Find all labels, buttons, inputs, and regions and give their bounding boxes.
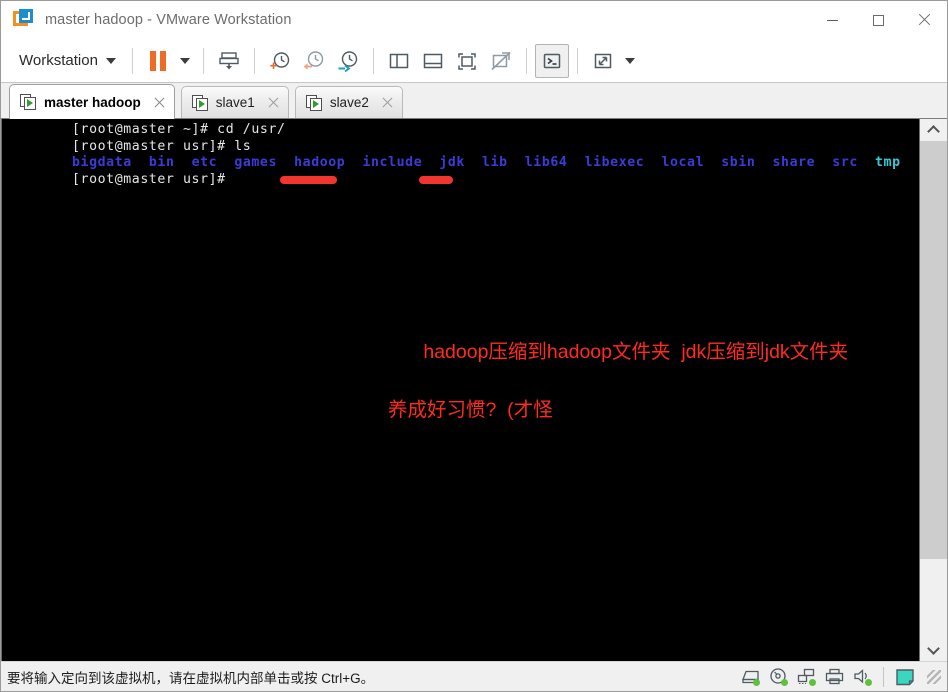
snapshot-manager-button[interactable]	[331, 44, 365, 78]
panel-bottom-icon	[423, 53, 443, 68]
tab-label: slave2	[329, 95, 369, 110]
terminal-prompt-icon	[543, 53, 561, 68]
toolbar-separator	[576, 47, 578, 74]
unity-crossed-icon	[491, 51, 511, 70]
window-controls	[809, 1, 947, 39]
scrollbar-thumb[interactable]	[920, 141, 947, 560]
connected-indicator	[781, 679, 788, 686]
close-icon[interactable]	[152, 95, 167, 110]
revert-snapshot-button[interactable]	[297, 44, 331, 78]
status-message: 要将输入定向到该虚拟机，请在虚拟机内部单击或按 Ctrl+G。	[7, 670, 375, 686]
vertical-scrollbar[interactable]	[919, 119, 947, 661]
tab-label: master hadoop	[44, 94, 141, 110]
toolbar-separator	[525, 47, 527, 74]
scrollbar-track[interactable]	[920, 141, 947, 639]
stretch-dropdown-button[interactable]	[620, 44, 640, 78]
annotation-line-2: 养成好习惯? (才怪	[388, 399, 553, 421]
vm-play-icon	[191, 94, 209, 111]
panel-left-icon	[389, 53, 409, 68]
vmware-logo-icon	[13, 9, 35, 31]
vm-play-icon	[305, 94, 323, 111]
display-screen-icon[interactable]	[894, 667, 916, 687]
workstation-menu-label: Workstation	[19, 52, 98, 69]
network-icon[interactable]	[796, 667, 817, 686]
sound-card-icon[interactable]	[852, 667, 873, 686]
toolbar-separator	[372, 47, 374, 74]
suspend-button[interactable]	[141, 44, 175, 78]
suspend-dropdown-button[interactable]	[175, 44, 195, 78]
console-view-button[interactable]	[534, 43, 569, 78]
clock-arrow-left-icon	[303, 50, 324, 70]
terminal-output: [root@master ~]# cd /usr/[root@master us…	[72, 122, 901, 188]
window-title: master hadoop - VMware Workstation	[45, 12, 292, 28]
annotation-line-1: hadoop压缩到hadoop文件夹 jdk压缩到jdk文件夹	[423, 341, 849, 363]
guest-screen[interactable]: [root@master ~]# cd /usr/[root@master us…	[2, 119, 919, 661]
take-snapshot-button[interactable]	[263, 44, 297, 78]
clock-plus-icon	[270, 51, 290, 69]
connected-indicator	[809, 679, 816, 686]
tab-master-hadoop[interactable]: master hadoop	[9, 84, 175, 119]
power-button[interactable]	[212, 44, 246, 78]
chevron-down-icon	[929, 646, 938, 655]
status-bar: 要将输入定向到该虚拟机，请在虚拟机内部单击或按 Ctrl+G。	[1, 661, 947, 691]
vm-play-icon	[20, 94, 37, 110]
terminal-line: [root@master ~]# cd /usr/	[72, 122, 286, 137]
terminal-line: bigdata bin etc games hadoop include jdk…	[72, 155, 901, 170]
hard-disk-icon[interactable]	[740, 667, 761, 686]
close-button[interactable]	[901, 1, 947, 39]
connected-indicator	[865, 679, 872, 686]
show-thumbnail-bar-button[interactable]	[416, 44, 450, 78]
stretch-guest-button[interactable]	[586, 44, 620, 78]
maximize-icon	[872, 14, 884, 26]
expand-diagonal-icon	[594, 53, 612, 68]
pause-icon	[149, 50, 166, 71]
show-library-button[interactable]	[382, 44, 416, 78]
title-bar: master hadoop - VMware Workstation	[1, 1, 947, 39]
scroll-down-button[interactable]	[920, 639, 947, 661]
hadoop-underline-annotation	[280, 176, 337, 184]
chevron-up-icon	[929, 126, 938, 135]
maximize-button[interactable]	[855, 1, 901, 39]
printer-icon[interactable]	[824, 667, 845, 686]
terminal-line: [root@master usr]# ls	[72, 138, 252, 154]
unity-mode-button[interactable]	[484, 44, 518, 78]
vm-tab-strip: master hadoop slave1 slave2	[1, 83, 947, 119]
toolbar-separator	[202, 47, 204, 74]
cd-dvd-icon[interactable]	[768, 667, 789, 686]
vm-display-area: [root@master ~]# cd /usr/[root@master us…	[1, 119, 947, 661]
terminal-line: [root@master usr]#	[72, 171, 235, 187]
fullscreen-corners-icon	[458, 52, 476, 70]
resize-grip-icon[interactable]	[927, 669, 941, 684]
scroll-up-button[interactable]	[920, 119, 947, 141]
tab-slave2[interactable]: slave2	[294, 86, 403, 118]
toolbar-separator	[253, 47, 255, 74]
jdk-underline-annotation	[419, 176, 453, 184]
chevron-down-icon	[179, 57, 190, 64]
vmware-workstation-window: master hadoop - VMware Workstation Works…	[0, 0, 948, 692]
status-device-icons	[740, 666, 947, 687]
toolbar-separator	[131, 47, 133, 74]
chevron-down-icon	[105, 57, 116, 64]
close-icon	[918, 14, 930, 26]
red-annotation-text: hadoop压缩到hadoop文件夹 jdk压缩到jdk文件夹 养成好习惯? (…	[380, 309, 848, 483]
close-icon[interactable]	[380, 95, 395, 110]
minimize-button[interactable]	[809, 1, 855, 39]
close-icon[interactable]	[266, 95, 281, 110]
main-toolbar: Workstation	[1, 39, 947, 83]
tab-label: slave1	[215, 95, 255, 110]
full-screen-button[interactable]	[450, 44, 484, 78]
clock-wrench-icon	[338, 50, 358, 72]
tab-slave1[interactable]: slave1	[180, 86, 289, 118]
power-download-icon	[219, 51, 239, 69]
workstation-menu-button[interactable]: Workstation	[11, 48, 124, 73]
connected-indicator	[753, 679, 760, 686]
minimize-icon	[826, 19, 838, 21]
chevron-down-icon	[624, 57, 635, 64]
status-separator	[883, 666, 884, 687]
